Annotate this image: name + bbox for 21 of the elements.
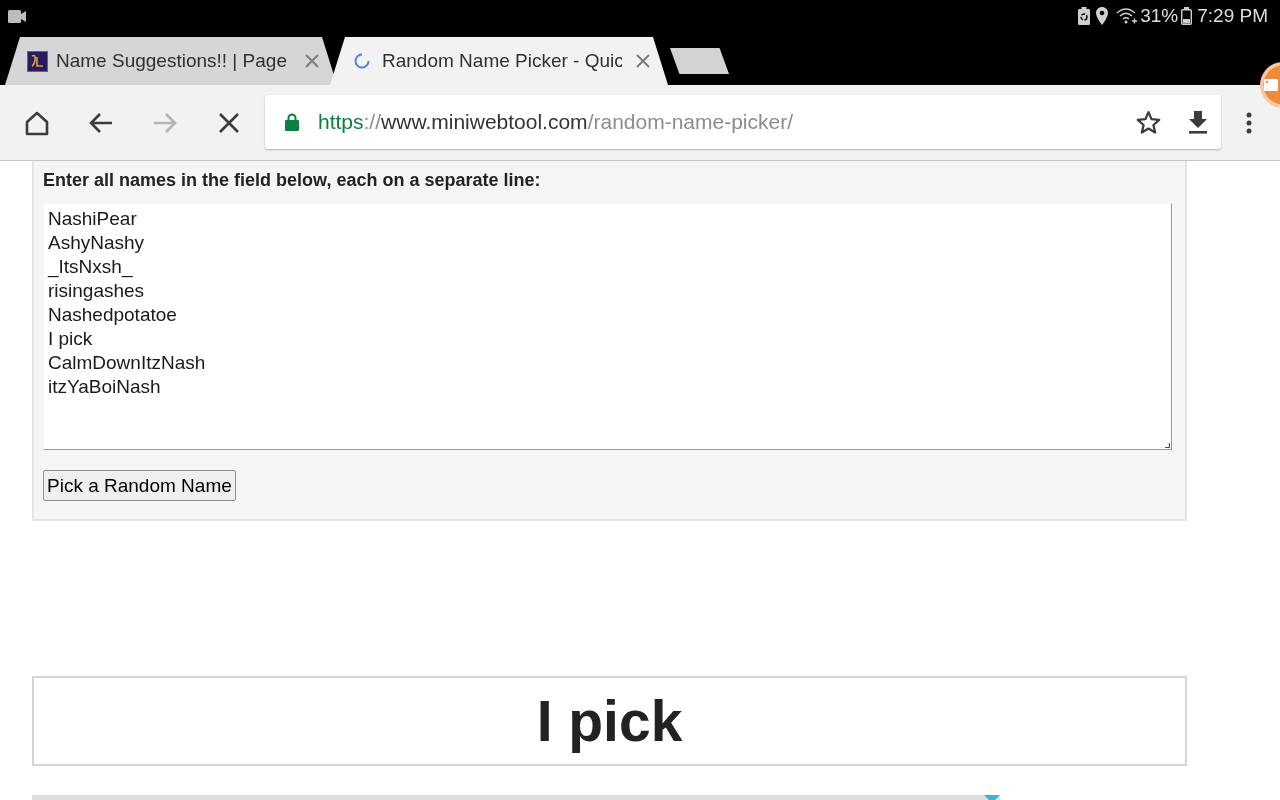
battery-saver-icon [1078, 7, 1091, 25]
download-icon[interactable] [1188, 110, 1208, 134]
resize-grip-icon[interactable] [1165, 443, 1170, 448]
pick-random-name-button[interactable]: Pick a Random Name [43, 470, 236, 501]
battery-icon [1181, 7, 1193, 25]
menu-icon[interactable] [1246, 111, 1252, 134]
screen-recorder-bubble-icon[interactable] [1258, 61, 1280, 109]
close-icon[interactable] [305, 54, 319, 68]
close-icon[interactable] [636, 54, 650, 68]
picked-name: I pick [536, 689, 683, 753]
wifi-icon [1116, 7, 1139, 25]
home-icon[interactable] [24, 109, 50, 136]
star-icon[interactable] [1136, 109, 1161, 135]
field-label: Enter all names in the field below, each on a separate line: [43, 169, 542, 191]
video-camera-icon [8, 9, 26, 23]
location-pin-icon [1096, 7, 1109, 25]
names-text-area[interactable]: NashiPear AshyNashy _ItsNxsh_ risingashes Nashedpotatoe I pick CalmDownItzNash itzYaBoiNash [43, 203, 1172, 450]
url-text: https://www.miniwebtool.com/random-name-picker/ [318, 110, 795, 134]
clock-time: 7:29 PM [1197, 5, 1268, 27]
address-bar[interactable]: https://www.miniwebtool.com/random-name-picker/ [265, 95, 1221, 149]
battery-percent: 31% [1140, 5, 1179, 27]
